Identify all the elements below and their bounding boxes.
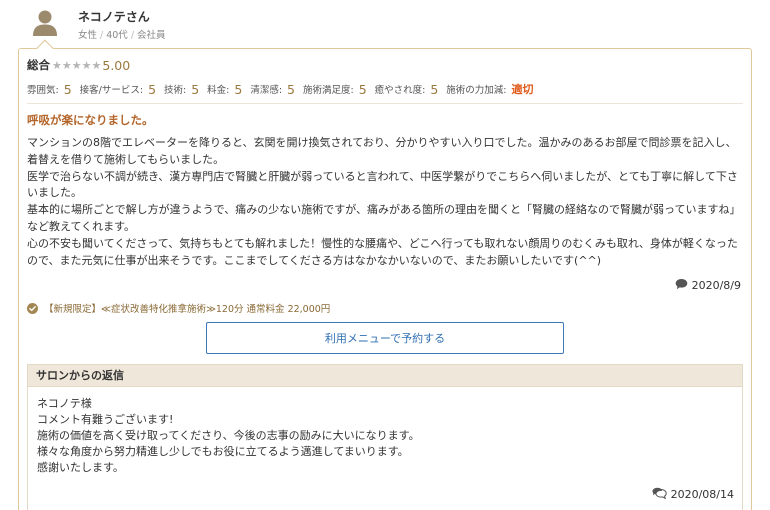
review-paragraph: マンションの8階でエレベーターを降りると、玄関を開け換気されており、分かりやすい…	[27, 136, 737, 166]
review-date: 2020/8/9	[675, 278, 741, 293]
reserve-with-menu-button[interactable]: 利用メニューで予約する	[206, 322, 564, 354]
used-menu-text: 【新規限定】≪症状改善特化推拿施術≫120分 通常料金 22,000円	[44, 304, 331, 315]
review-paragraph: 基本的に場所ごとで解し方が違うようで、痛みの少ない施術ですが、痛みがある箇所の理…	[27, 203, 735, 233]
review-paragraph: 医学で治らない不調が続き、漢方専門店で腎臓と肝臓が弱っていると言われて、中医学繋…	[27, 169, 738, 200]
meta-separator: /	[100, 30, 104, 41]
rating-value: 5	[191, 81, 200, 97]
rating-value: 5	[430, 81, 439, 97]
review-body: マンションの8階でエレベーターを降りると、玄関を開け換気されており、分かりやすい…	[27, 135, 739, 269]
reviewer-gender: 女性	[78, 30, 98, 41]
review-card: 総合 ★ ★ ★ ★ ★ 5.00 雰囲気: 5 接客/サービス: 5 技術: 5 料金: 5 …	[18, 39, 752, 510]
rating-value: 5	[287, 81, 295, 97]
star-icon: ★	[81, 58, 92, 72]
check-circle-icon	[27, 302, 38, 314]
rating-label: 技術:	[164, 85, 187, 96]
overall-label: 総合	[27, 58, 50, 72]
speech-bubble-icon	[675, 278, 688, 293]
rating-label: 施術満足度:	[302, 85, 354, 96]
review-title: 呼吸が楽になりました。	[27, 113, 154, 127]
rating-value: 5	[358, 81, 367, 97]
rating-pressure: 施術の力加減: 適切	[446, 81, 533, 97]
overall-rating: 総合 ★ ★ ★ ★ ★ 5.00	[27, 57, 130, 73]
reviewer-age: 40代	[106, 30, 128, 41]
rating-cleanliness: 清潔感: 5	[250, 82, 295, 97]
rating-service: 接客/サービス: 5	[80, 82, 156, 97]
rating-value: 5	[234, 81, 243, 97]
star-icon: ★	[91, 58, 102, 72]
reply-line: 施術の価値を高く受け取ってくださり、今後の志事の励みに大いになります。	[37, 429, 420, 442]
reviewer-meta: 女性/40代 / 会社員	[78, 27, 166, 41]
rating-value: 5	[63, 81, 72, 97]
salon-reply: サロンからの返信 ネコノテ様 コメント有難うございます! 施術の価値を高く受け取…	[27, 364, 743, 510]
used-menu: 【新規限定】≪症状改善特化推拿施術≫120分 通常料金 22,000円	[27, 301, 330, 315]
review-page: ネコノテさん 女性/40代 / 会社員 総合 ★ ★ ★ ★ ★ 5.00 雰囲気: 5 接客…	[0, 0, 770, 510]
review-paragraph: 心の不安も聞いてくださって、気持ちもとても解れました！慢性的な腰痛や、どこへ行っ…	[27, 236, 738, 267]
star-icon: ★	[52, 58, 62, 72]
divider	[27, 103, 743, 104]
reply-line: ネコノテ様	[37, 397, 92, 410]
star-icon: ★	[71, 58, 82, 72]
rating-label: 接客/サービス:	[79, 85, 144, 96]
rating-label: 清潔感:	[250, 85, 283, 96]
rating-value: 適切	[511, 83, 534, 96]
rating-technique: 技術: 5	[164, 82, 199, 97]
reply-body: ネコノテ様 コメント有難うございます! 施術の価値を高く受け取ってくださり、今後…	[37, 396, 420, 476]
reply-header: サロンからの返信	[28, 365, 742, 387]
reviewer-name: ネコノテさん	[78, 10, 150, 24]
rating-label: 雰囲気:	[27, 85, 59, 96]
meta-separator: /	[130, 30, 135, 41]
rating-label: 料金:	[207, 85, 230, 96]
review-date-text: 2020/8/9	[691, 279, 741, 292]
reply-line: コメント有難うございます!	[37, 413, 174, 426]
rating-relaxation: 癒やされ度: 5	[375, 82, 439, 97]
rating-value: 5	[148, 81, 157, 97]
reply-date: 2020/08/14	[652, 487, 734, 502]
reply-line: 様々な角度から努力精進し少しでもお役に立てるよう邁進してまいります。	[37, 445, 409, 458]
rating-label: 施術の力加減:	[446, 85, 507, 96]
reply-line: 感謝いたします。	[37, 461, 124, 474]
star-rating: ★ ★ ★ ★ ★	[52, 60, 101, 71]
double-speech-bubble-icon	[652, 487, 667, 502]
rating-label: 癒やされ度:	[374, 85, 426, 96]
star-icon: ★	[61, 58, 72, 72]
overall-score: 5.00	[102, 57, 131, 73]
rating-atmosphere: 雰囲気: 5	[27, 82, 72, 97]
reviewer-occupation: 会社員	[137, 30, 166, 41]
rating-price: 料金: 5	[207, 82, 242, 97]
reviewer-info: ネコノテさん 女性/40代 / 会社員	[18, 0, 758, 48]
category-ratings: 雰囲気: 5 接客/サービス: 5 技術: 5 料金: 5 清潔感: 5 施術満足度: 5 …	[27, 81, 542, 97]
reply-date-text: 2020/08/14	[670, 488, 734, 501]
avatar-icon	[32, 9, 58, 37]
rating-satisfaction: 施術満足度: 5	[303, 82, 367, 97]
